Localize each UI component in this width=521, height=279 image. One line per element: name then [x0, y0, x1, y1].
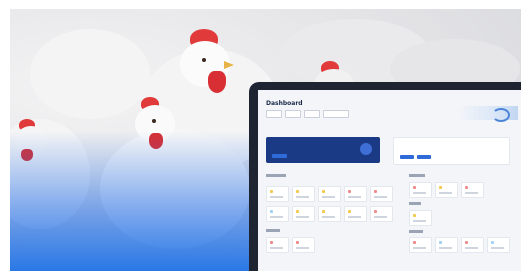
marketing-graphic: Dashboard	[0, 0, 521, 279]
module-tile[interactable]	[266, 206, 289, 222]
module-tile[interactable]	[266, 237, 289, 253]
dashboard-screen: Dashboard	[258, 90, 521, 271]
module-tile[interactable]	[266, 186, 289, 202]
primary-button[interactable]	[400, 155, 414, 159]
module-tile[interactable]	[435, 237, 458, 253]
laptop-mockup: Dashboard	[249, 82, 521, 271]
arc-graphic	[492, 108, 510, 122]
analytics-icon	[360, 143, 372, 155]
module-tile[interactable]	[344, 206, 367, 222]
section-label	[409, 230, 423, 233]
promo-card	[266, 137, 380, 163]
section-label	[409, 174, 425, 177]
module-tile[interactable]	[344, 186, 367, 202]
secondary-button[interactable]	[417, 155, 431, 159]
header-illustration	[458, 106, 518, 122]
page-title: Dashboard	[266, 100, 303, 107]
filter-dropdown[interactable]	[323, 110, 349, 118]
module-tile[interactable]	[461, 182, 484, 198]
module-tile[interactable]	[292, 206, 315, 222]
filter-dropdown[interactable]	[304, 110, 320, 118]
module-tile[interactable]	[292, 186, 315, 202]
module-tile[interactable]	[370, 206, 393, 222]
module-tile[interactable]	[318, 206, 341, 222]
module-tile[interactable]	[435, 182, 458, 198]
module-tile[interactable]	[409, 182, 432, 198]
module-tile[interactable]	[318, 186, 341, 202]
module-tile[interactable]	[292, 237, 315, 253]
section-label	[409, 202, 421, 205]
filter-bar	[266, 110, 349, 118]
info-card	[393, 137, 510, 165]
filter-dropdown[interactable]	[266, 110, 282, 118]
promo-button[interactable]	[272, 154, 287, 158]
filter-dropdown[interactable]	[285, 110, 301, 118]
module-tile[interactable]	[370, 186, 393, 202]
section-label	[266, 174, 286, 177]
module-tile[interactable]	[409, 237, 432, 253]
module-tile[interactable]	[487, 237, 510, 253]
module-tile[interactable]	[409, 210, 432, 226]
module-tile[interactable]	[461, 237, 484, 253]
section-label	[266, 229, 280, 232]
